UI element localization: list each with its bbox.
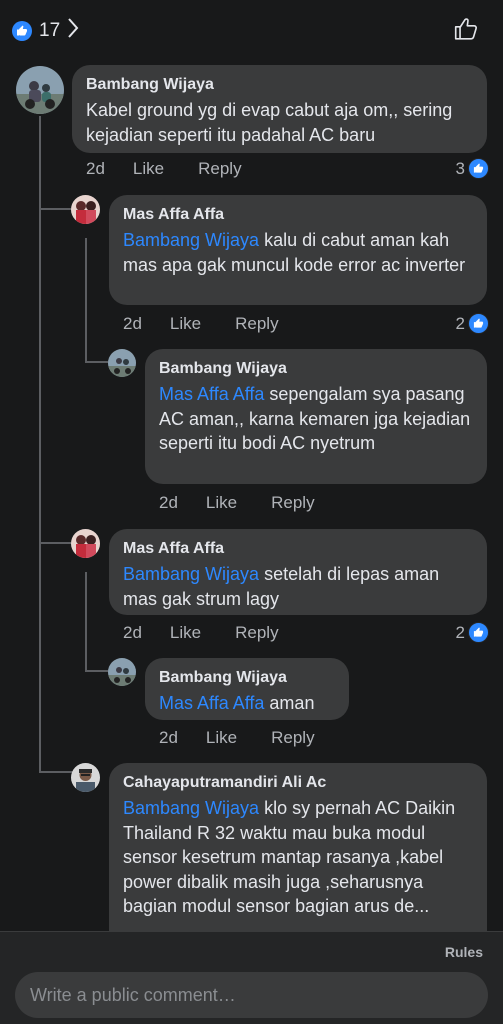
comment-text: Kabel ground yg di evap cabut aja om,, s… — [86, 98, 473, 147]
avatar[interactable] — [71, 195, 100, 224]
comment-bubble: Bambang Wijaya Mas Affa Affa sepengalam … — [145, 349, 487, 484]
comment-time[interactable]: 2d — [159, 728, 178, 748]
chevron-right-icon[interactable] — [66, 17, 80, 44]
avatar[interactable] — [108, 658, 136, 686]
mention-link[interactable]: Bambang Wijaya — [123, 798, 259, 818]
rules-link[interactable]: Rules — [445, 944, 483, 960]
comment-author[interactable]: Bambang Wijaya — [86, 75, 473, 95]
thread-line — [85, 238, 87, 363]
comment-author[interactable]: Mas Affa Affa — [123, 539, 473, 559]
reaction-count: 2 — [455, 313, 465, 333]
reply-link[interactable]: Reply — [198, 159, 241, 179]
comment-author[interactable]: Cahayaputramandiri Ali Ac — [123, 773, 473, 793]
comment-bubble: Bambang Wijaya Mas Affa Affa aman — [145, 658, 349, 720]
comment-text: Mas Affa Affa aman — [159, 691, 335, 716]
mention-link[interactable]: Bambang Wijaya — [123, 564, 259, 584]
comment-reactions[interactable]: 2 — [456, 622, 489, 643]
comment-thread: Bambang Wijaya Kabel ground yg di evap c… — [0, 58, 503, 931]
thread-line — [39, 208, 73, 210]
comment-reactions[interactable]: 3 — [456, 158, 489, 179]
mention-link[interactable]: Mas Affa Affa — [159, 384, 264, 404]
comment-actions: 2d Like Reply — [159, 493, 349, 513]
thumbs-up-icon — [468, 622, 489, 643]
comment-actions: 2d Like Reply — [123, 623, 313, 643]
comment-text: Bambang Wijaya setelah di lepas aman mas… — [123, 562, 473, 611]
mention-link[interactable]: Mas Affa Affa — [159, 693, 264, 713]
reactions-header: 17 — [0, 0, 503, 58]
comment-text: Mas Affa Affa sepengalam sya pasang AC a… — [159, 382, 473, 456]
reaction-count: 2 — [455, 622, 465, 642]
like-count: 17 — [39, 19, 61, 41]
comment-time[interactable]: 2d — [123, 314, 142, 334]
like-link[interactable]: Like — [170, 623, 201, 643]
avatar[interactable] — [71, 763, 100, 792]
like-link[interactable]: Like — [170, 314, 201, 334]
comment-actions: 2d Like Reply — [86, 159, 276, 179]
comment-body: Kabel ground yg di evap cabut aja om,, s… — [86, 100, 453, 145]
reaction-count: 3 — [455, 158, 465, 178]
reply-link[interactable]: Reply — [235, 314, 278, 334]
thread-line — [85, 572, 87, 672]
reaction-summary[interactable]: 17 — [12, 17, 80, 44]
comment-author[interactable]: Mas Affa Affa — [123, 205, 473, 225]
reply-link[interactable]: Reply — [271, 493, 314, 513]
thread-line — [85, 670, 110, 672]
avatar[interactable] — [108, 349, 136, 377]
comment-text: Bambang Wijaya klo sy pernah AC Daikin T… — [123, 796, 473, 919]
comment-author[interactable]: Bambang Wijaya — [159, 359, 473, 379]
comment-composer: Rules — [0, 931, 503, 1024]
like-link[interactable]: Like — [133, 159, 164, 179]
comment-bubble: Cahayaputramandiri Ali Ac Bambang Wijaya… — [109, 763, 487, 931]
reply-link[interactable]: Reply — [271, 728, 314, 748]
thumbs-up-icon — [468, 158, 489, 179]
comment-bubble: Mas Affa Affa Bambang Wijaya kalu di cab… — [109, 195, 487, 305]
reply-link[interactable]: Reply — [235, 623, 278, 643]
comment-time[interactable]: 2d — [86, 159, 105, 179]
thread-line — [39, 771, 73, 773]
avatar[interactable] — [71, 529, 100, 558]
comment-actions: 2d Like Reply — [159, 728, 349, 748]
mention-link[interactable]: Bambang Wijaya — [123, 230, 259, 250]
thumbs-up-outline-icon[interactable] — [453, 16, 479, 47]
thread-line — [39, 116, 41, 773]
comment-bubble: Bambang Wijaya Kabel ground yg di evap c… — [72, 65, 487, 153]
comment-author[interactable]: Bambang Wijaya — [159, 668, 335, 688]
like-link[interactable]: Like — [206, 493, 237, 513]
thread-line — [85, 361, 110, 363]
thumbs-up-icon — [12, 20, 32, 41]
thumbs-up-icon — [468, 313, 489, 334]
comment-time[interactable]: 2d — [123, 623, 142, 643]
comment-bubble: Mas Affa Affa Bambang Wijaya setelah di … — [109, 529, 487, 615]
comment-body: aman — [264, 693, 315, 713]
like-link[interactable]: Like — [206, 728, 237, 748]
comment-reactions[interactable]: 2 — [456, 313, 489, 334]
comment-time[interactable]: 2d — [159, 493, 178, 513]
comment-actions: 2d Like Reply — [123, 314, 313, 334]
avatar[interactable] — [16, 66, 64, 114]
thread-line — [39, 542, 73, 544]
comment-input[interactable] — [15, 972, 488, 1018]
comment-text: Bambang Wijaya kalu di cabut aman kah ma… — [123, 228, 473, 277]
